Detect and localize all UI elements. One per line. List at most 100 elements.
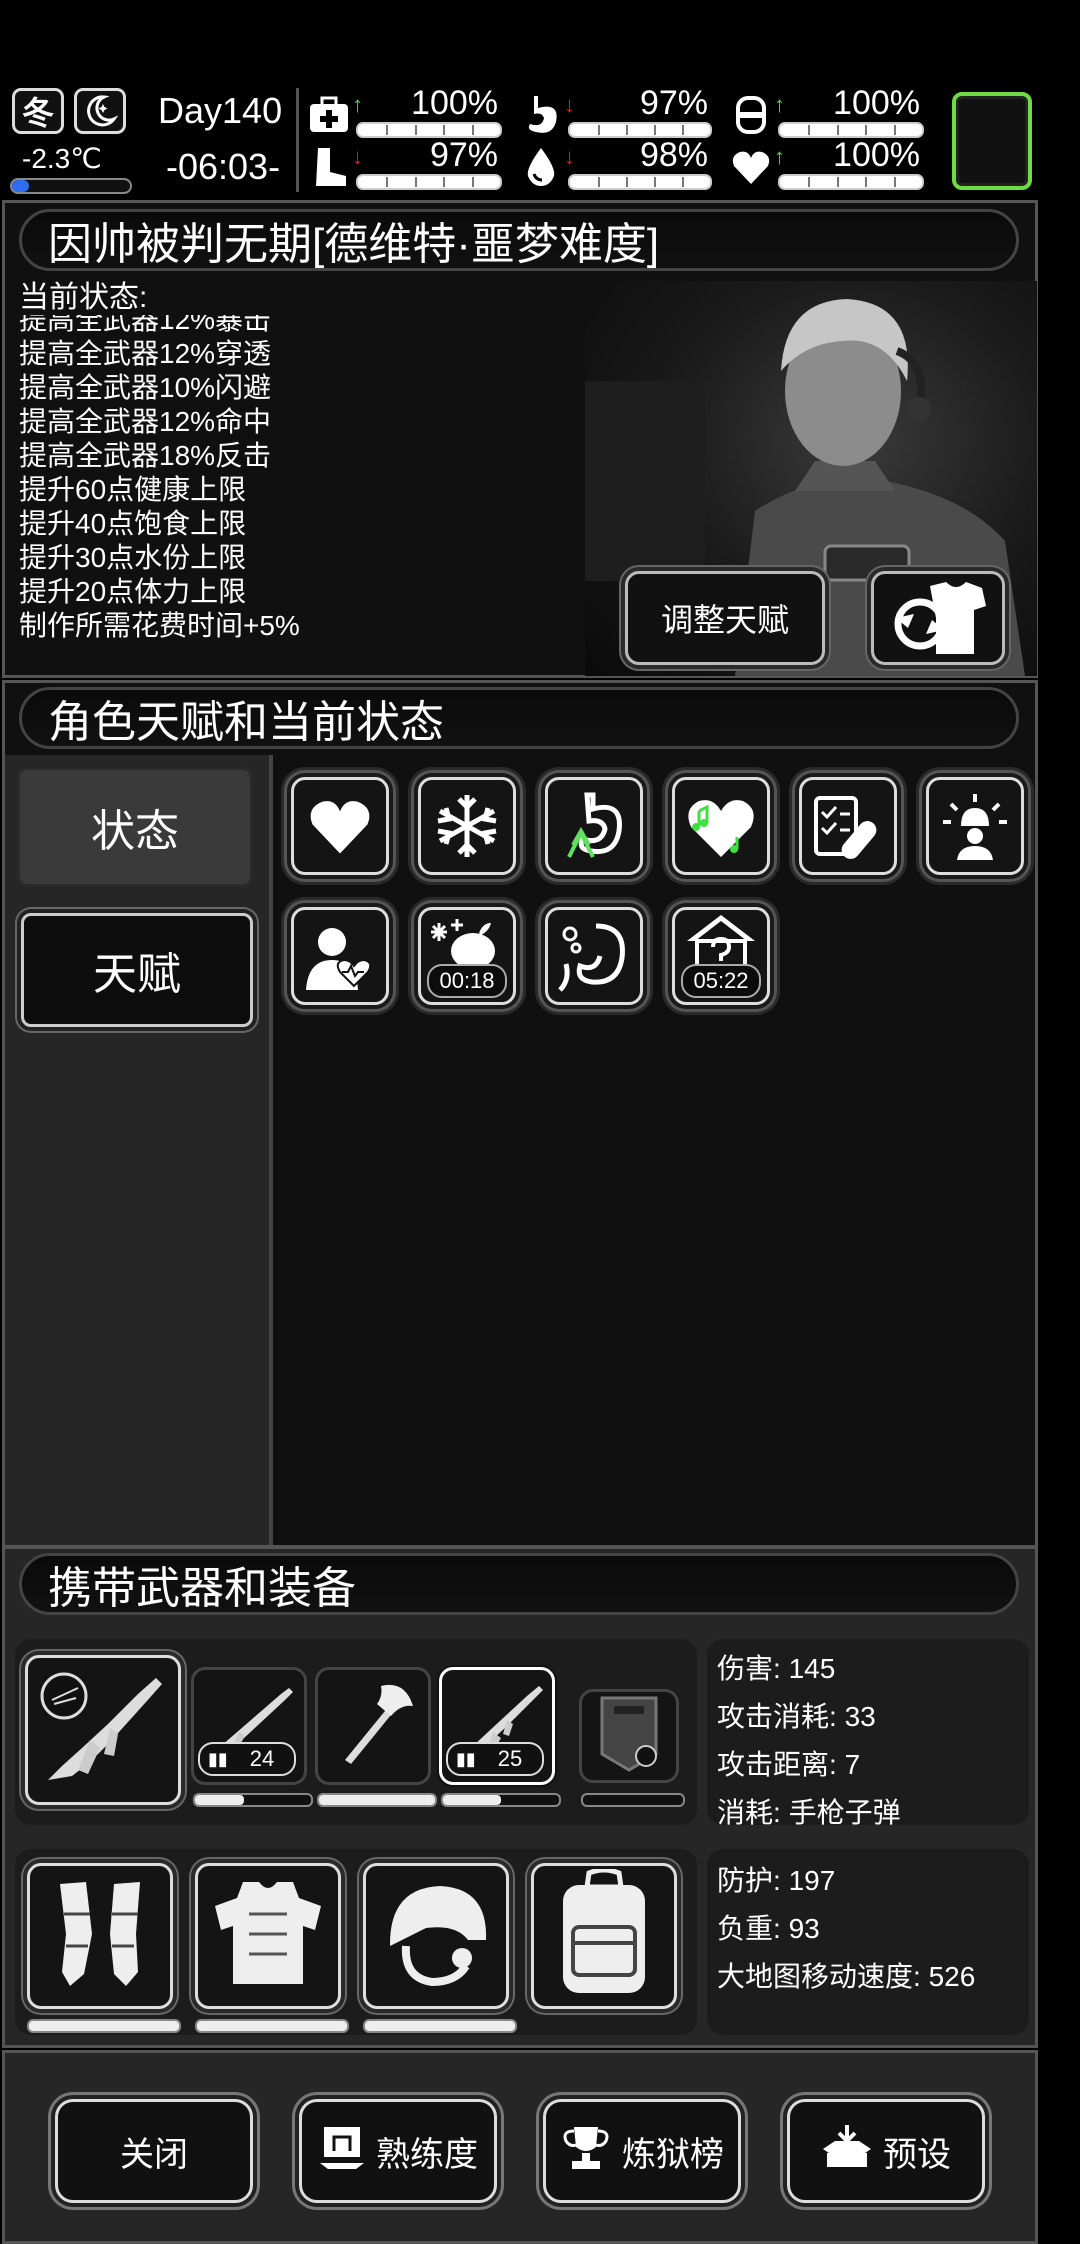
talent-title: 角色天赋和当前状态 <box>19 687 1019 749</box>
trend-up-icon: ↑ <box>774 144 785 169</box>
stat-value: 100% <box>411 84 498 122</box>
stat-meter: ↓ 98% <box>518 136 716 192</box>
armor-slot[interactable] <box>531 1863 677 2009</box>
stat-row: 伤害: 145 <box>717 1653 836 1684</box>
armor-slots <box>15 1849 697 2035</box>
stat-row: 消耗: 手枪子弹 <box>717 1797 901 1828</box>
status-bar: 冬 -2.3℃ Day140 -06:03- ↑ 100% ↓ 97% ↑ 100% ↓ 97… <box>0 84 1040 196</box>
stat-value: 98% <box>639 136 708 174</box>
ranking-button[interactable]: 炼狱榜 <box>543 2099 741 2203</box>
state-line: 提升40点饱食上限 <box>19 508 247 539</box>
swap-outfit-button[interactable] <box>871 571 1005 665</box>
assault-rifle-icon <box>40 1672 162 1780</box>
state-line: 提高全武器18%反击 <box>19 440 272 471</box>
trend-down-icon: ↓ <box>564 92 575 117</box>
stat-meter: ↑ 100% <box>728 136 928 192</box>
stat-meter: ↓ 97% <box>306 136 506 192</box>
trend-down-icon: ↓ <box>352 144 363 169</box>
talent-panel: 角色天赋和当前状态 状态 天赋 00:18 05:22 <box>2 680 1038 1548</box>
equipment-title: 携带武器和装备 <box>19 1553 1019 1615</box>
divider <box>296 88 299 192</box>
character-title: 因帅被判无期[德维特·噩梦难度] <box>19 209 1019 271</box>
state-line: 提高全武器12%穿透 <box>19 338 272 369</box>
stat-meter: ↓ 97% <box>518 84 716 140</box>
button-label: 熟练度 <box>376 2135 478 2174</box>
state-line: 提高全武器10%闪避 <box>19 372 272 403</box>
stat-label: 负重 <box>717 1913 774 1944</box>
weapon-slot[interactable]: ▮▮ 25 <box>439 1667 555 1785</box>
state-line: 提高全武器12%命中 <box>19 406 272 437</box>
quick-slot[interactable] <box>952 92 1032 190</box>
stomach-arrow-icon <box>545 777 643 875</box>
status-effect[interactable] <box>795 773 901 879</box>
medkit-icon <box>306 92 352 138</box>
durability-bar <box>317 1793 437 1807</box>
stat-row: 防护: 197 <box>717 1865 836 1896</box>
status-effect[interactable]: 00:18 <box>414 903 520 1009</box>
equipment-panel: 携带武器和装备 ▮▮ 24 ▮▮ 25 伤害: 145 攻击消耗: 33 攻击距离: 7 消… <box>2 1546 1038 2048</box>
trend-up-icon: ↑ <box>352 92 363 117</box>
status-effect[interactable] <box>414 773 520 879</box>
weapon-slot[interactable] <box>579 1689 679 1783</box>
stat-label: 伤害 <box>717 1653 774 1684</box>
status-effect[interactable] <box>541 903 647 1009</box>
season-icon: 冬 <box>12 88 64 134</box>
armor-slot[interactable] <box>363 1863 509 2009</box>
person-heartbeat-icon <box>291 907 389 1005</box>
status-effect[interactable]: 05:22 <box>668 903 774 1009</box>
stat-meter: ↑ 100% <box>728 84 928 140</box>
profile-panel: 因帅被判无期[德维特·噩梦难度] 当前状态: 提高全武器12%暴击 提高全武器12… <box>2 200 1038 678</box>
water-drop-icon <box>518 144 564 190</box>
music-heart-icon <box>672 777 770 875</box>
armor-slot[interactable] <box>195 1863 341 2009</box>
state-line: 提升20点体力上限 <box>19 576 247 607</box>
weapon-slot[interactable] <box>315 1667 431 1785</box>
weapon-slot[interactable]: ▮▮ 24 <box>191 1667 307 1785</box>
durability-bar <box>363 2019 517 2033</box>
weapon-stats: 伤害: 145 攻击消耗: 33 攻击距离: 7 消耗: 手枪子弹 <box>707 1639 1029 1828</box>
tab-talent[interactable]: 天赋 <box>21 913 253 1027</box>
button-label: 炼狱榜 <box>622 2135 724 2174</box>
helmet-icon <box>376 1874 496 1999</box>
stat-row: 大地图移动速度: 526 <box>717 1961 976 1992</box>
proficiency-icon <box>318 2123 366 2180</box>
digest-icon <box>545 907 643 1005</box>
status-effect[interactable] <box>287 903 393 1009</box>
bottom-bar: 关闭 熟练度 炼狱榜 预设 <box>2 2050 1038 2244</box>
preset-box-icon <box>821 2123 873 2180</box>
status-effect[interactable] <box>668 773 774 879</box>
stat-label: 攻击消耗 <box>717 1701 830 1732</box>
heart-icon <box>291 777 389 875</box>
state-line: 提升30点水份上限 <box>19 542 247 573</box>
alarm-person-icon <box>926 777 1024 875</box>
status-timer: 00:18 <box>427 964 507 998</box>
state-line: 提高全武器12%暴击 <box>19 315 272 335</box>
status-effect[interactable] <box>922 773 1028 879</box>
weapon-slot-main[interactable] <box>25 1655 181 1805</box>
proficiency-button[interactable]: 熟练度 <box>299 2099 497 2203</box>
close-button[interactable]: 关闭 <box>55 2099 253 2203</box>
tab-status[interactable]: 状态 <box>17 767 253 887</box>
status-effect[interactable] <box>287 773 393 879</box>
moon-icon <box>74 88 126 134</box>
status-icon-grid: 00:18 05:22 <box>287 773 1037 1033</box>
armor-slot[interactable] <box>27 1863 173 2009</box>
heart-icon <box>728 144 774 190</box>
stat-value: 197 <box>788 1865 836 1896</box>
status-effect[interactable] <box>541 773 647 879</box>
adjust-talent-button[interactable]: 调整天赋 <box>625 571 825 665</box>
stat-value: 97% <box>639 84 708 122</box>
button-label: 关闭 <box>120 2135 188 2174</box>
foot-icon <box>306 144 352 190</box>
armor-stats: 防护: 197 负重: 93 大地图移动速度: 526 <box>707 1849 1029 2035</box>
temperature-value: -2.3℃ <box>22 143 102 174</box>
stat-row: 负重: 93 <box>717 1913 820 1944</box>
stat-value: 手枪子弹 <box>788 1797 901 1828</box>
swap-outfit-icon <box>894 582 986 654</box>
stat-row: 攻击距离: 7 <box>717 1749 861 1780</box>
stat-value: 33 <box>844 1701 876 1732</box>
temperature-bar <box>10 178 132 194</box>
trophy-icon <box>560 2123 612 2180</box>
clock-time: -06:03- <box>166 146 281 187</box>
preset-button[interactable]: 预设 <box>787 2099 985 2203</box>
